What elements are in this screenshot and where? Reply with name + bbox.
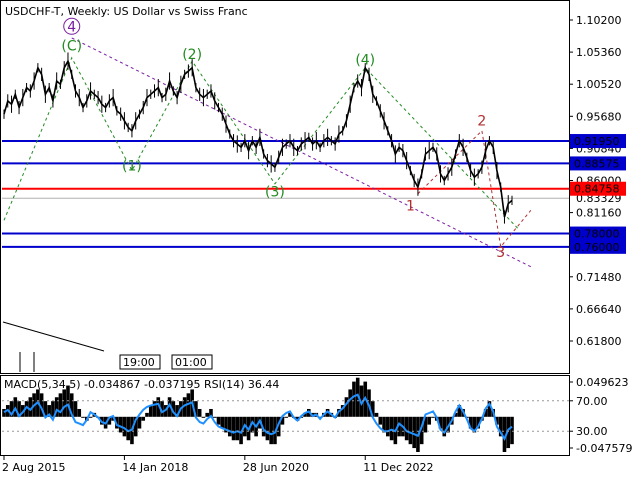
macd-bar bbox=[265, 416, 270, 441]
time-label-2: 01:00 bbox=[175, 356, 207, 369]
macd-bar bbox=[201, 416, 206, 418]
macd-bar bbox=[141, 416, 146, 421]
macd-bar bbox=[378, 416, 383, 425]
macd-bar bbox=[205, 412, 209, 417]
wave-labels: 4 (C) (1) (2) (3) (4) 1 2 3 bbox=[61, 17, 505, 261]
macd-bar bbox=[374, 412, 379, 417]
ind-tick-label: 30.00 bbox=[576, 425, 608, 438]
wave-label: 4 bbox=[67, 19, 76, 35]
wave-label: (2) bbox=[182, 47, 202, 63]
macd-bar bbox=[77, 408, 82, 417]
time-axis: 2 Aug 2015 14 Jan 2018 28 Jun 2020 11 Dec 2… bbox=[2, 455, 434, 474]
macd-bar bbox=[118, 416, 123, 433]
level-label: 0.78000 bbox=[574, 228, 620, 241]
macd-bar bbox=[216, 416, 221, 425]
macd-bar bbox=[212, 416, 217, 418]
level-label: 0.84758 bbox=[574, 183, 620, 196]
y-tick-label: 0.81160 bbox=[576, 207, 622, 220]
x-tick-label: 28 Jun 2020 bbox=[243, 461, 309, 474]
price-levels: 0.833290.919500.885750.847580.780000.760… bbox=[2, 134, 626, 254]
macd-bar bbox=[510, 416, 514, 445]
wave-lines bbox=[3, 37, 532, 268]
wave-label: (4) bbox=[355, 52, 375, 68]
ind-tick-label: -0.047579 bbox=[576, 442, 632, 455]
macd-bar bbox=[145, 412, 149, 417]
macd-bar bbox=[427, 416, 432, 425]
macd-bar bbox=[352, 381, 356, 417]
x-tick-label: 11 Dec 2022 bbox=[363, 461, 433, 474]
y-tick-label: 1.05360 bbox=[576, 46, 622, 59]
ind-tick-label: 0.049623 bbox=[576, 376, 629, 389]
time-label-1: 19:00 bbox=[123, 356, 155, 369]
wave-label: 3 bbox=[496, 245, 505, 261]
price-line bbox=[3, 59, 513, 218]
price-axis: 1.102001.053601.005200.956800.908400.860… bbox=[569, 14, 622, 348]
chart-canvas: USDCHF-T, Weekly: US Dollar vs Swiss Fra… bbox=[0, 0, 632, 474]
macd-bar bbox=[348, 389, 352, 417]
x-tick-label: 2 Aug 2015 bbox=[2, 461, 65, 474]
macd-bar bbox=[386, 416, 390, 437]
macd-bar bbox=[412, 416, 416, 449]
wave-label: (C) bbox=[61, 39, 82, 55]
macd-bar bbox=[62, 389, 67, 417]
macd-bar bbox=[389, 416, 394, 441]
x-tick-label: 14 Jan 2018 bbox=[122, 461, 188, 474]
macd-bar bbox=[126, 416, 130, 441]
y-tick-label: 0.61800 bbox=[576, 335, 622, 348]
macd-bar bbox=[231, 416, 236, 441]
chart-title: USDCHF-T, Weekly: US Dollar vs Swiss Fra… bbox=[5, 5, 248, 18]
macd-bar bbox=[73, 401, 78, 417]
level-label: 0.76000 bbox=[574, 241, 620, 254]
macd-bar bbox=[269, 416, 273, 445]
wave-label: 1 bbox=[406, 198, 415, 214]
indicator-label: MACD(5,34,5) -0.034867 -0.037195 RSI(14)… bbox=[4, 378, 279, 391]
macd-bar bbox=[2, 408, 6, 417]
wave-label: 2 bbox=[477, 113, 486, 129]
y-tick-label: 0.71480 bbox=[576, 271, 622, 284]
trend-slope-line bbox=[2, 321, 105, 352]
wave-label: (1) bbox=[122, 159, 142, 175]
level-label: 0.88575 bbox=[574, 157, 620, 170]
y-tick-label: 1.00520 bbox=[576, 78, 622, 91]
main-panel-frame bbox=[0, 0, 570, 374]
purple-wave-line bbox=[71, 37, 532, 268]
macd-bar bbox=[431, 416, 435, 418]
macd-bar bbox=[344, 397, 349, 417]
y-tick-label: 1.10200 bbox=[576, 14, 622, 27]
macd-bar bbox=[408, 416, 413, 445]
macd-bar bbox=[227, 416, 232, 437]
macd-bar bbox=[197, 408, 202, 417]
ind-tick-label: 70.00 bbox=[576, 395, 608, 408]
wave-label: (3) bbox=[265, 184, 285, 200]
macd-bar bbox=[81, 416, 85, 418]
indicator-axis: 0.049623 70.00 30.00 -0.047579 bbox=[569, 376, 632, 455]
y-tick-label: 0.95680 bbox=[576, 110, 622, 123]
y-tick-label: 0.66640 bbox=[576, 303, 622, 316]
macd-bar bbox=[284, 416, 289, 418]
macd-bar bbox=[137, 416, 142, 429]
macd-bar bbox=[235, 416, 240, 441]
level-label: 0.91950 bbox=[574, 135, 620, 148]
